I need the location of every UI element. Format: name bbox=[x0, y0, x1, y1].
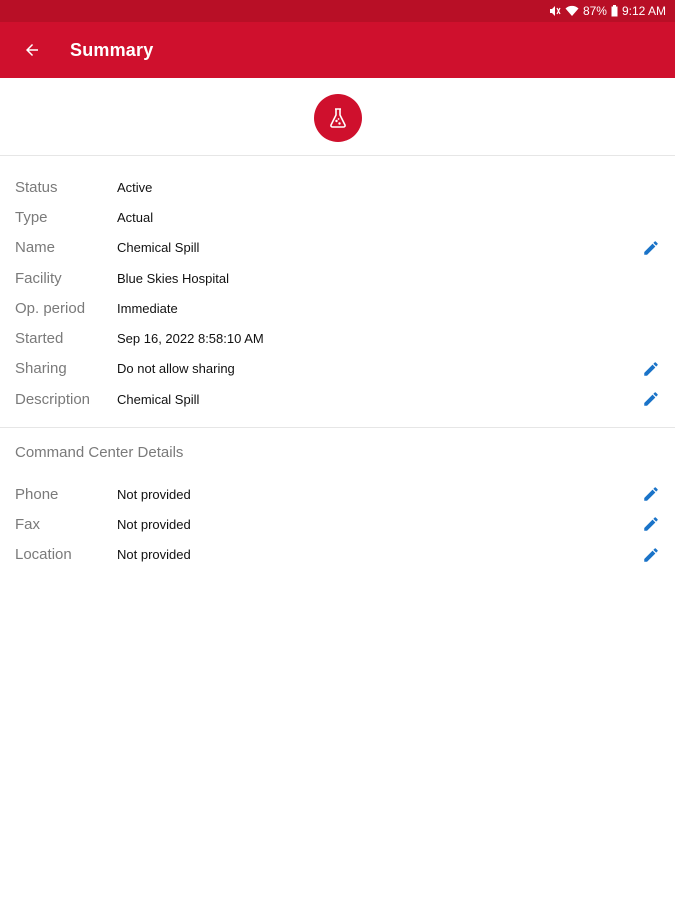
detail-label: Op. period bbox=[15, 299, 86, 317]
detail-value: Chemical Spill bbox=[117, 240, 200, 256]
pencil-icon bbox=[644, 487, 658, 501]
battery-icon bbox=[611, 4, 618, 18]
incident-header bbox=[0, 78, 675, 156]
detail-value: Not provided bbox=[117, 547, 191, 563]
section-divider bbox=[0, 427, 675, 428]
mute-icon bbox=[549, 4, 561, 18]
detail-value: Active bbox=[117, 179, 153, 195]
back-button[interactable] bbox=[19, 37, 45, 63]
detail-value: Immediate bbox=[117, 300, 178, 316]
app-bar: Summary bbox=[0, 22, 675, 78]
detail-label: Sharing bbox=[15, 360, 67, 378]
detail-row-started: Started Sep 16, 2022 8:58:10 AM bbox=[0, 323, 675, 353]
command-center-section-title: Command Center Details bbox=[15, 444, 184, 461]
detail-row-facility: Facility Blue Skies Hospital bbox=[0, 263, 675, 293]
detail-value: Blue Skies Hospital bbox=[117, 270, 229, 286]
detail-value: Actual bbox=[117, 209, 154, 225]
system-status-bar: 87% 9:12 AM bbox=[0, 0, 675, 22]
detail-value: Sep 16, 2022 8:58:10 AM bbox=[117, 331, 264, 347]
arrow-back-icon bbox=[26, 44, 38, 56]
battery-percent: 87% bbox=[582, 4, 607, 18]
detail-value: Chemical Spill bbox=[117, 391, 200, 407]
pencil-icon bbox=[644, 517, 658, 532]
detail-value: Not provided bbox=[117, 516, 191, 532]
wifi-icon bbox=[565, 4, 579, 18]
pencil-icon bbox=[644, 362, 658, 376]
pencil-icon bbox=[644, 392, 658, 406]
edit-phone-button[interactable] bbox=[641, 484, 661, 504]
edit-location-button[interactable] bbox=[641, 545, 661, 565]
detail-row-status: Status Active bbox=[0, 172, 675, 202]
detail-row-description: Description Chemical Spill bbox=[0, 384, 675, 414]
summary-details: Status Active Type Actual Name Chemical … bbox=[0, 172, 675, 414]
edit-sharing-button[interactable] bbox=[641, 359, 661, 379]
detail-row-phone: Phone Not provided bbox=[0, 479, 675, 509]
flask-icon bbox=[329, 107, 346, 128]
command-center-details: Phone Not provided Fax Not provided Loca… bbox=[0, 479, 675, 570]
page-title: Summary bbox=[70, 39, 154, 60]
detail-label: Fax bbox=[15, 515, 41, 533]
detail-row-sharing: Sharing Do not allow sharing bbox=[0, 354, 675, 384]
edit-fax-button[interactable] bbox=[641, 514, 661, 534]
detail-row-location: Location Not provided bbox=[0, 540, 675, 570]
edit-name-button[interactable] bbox=[641, 238, 661, 258]
edit-description-button[interactable] bbox=[641, 389, 661, 409]
detail-row-fax: Fax Not provided bbox=[0, 509, 675, 539]
detail-label: Name bbox=[15, 239, 56, 257]
detail-label: Started bbox=[15, 330, 64, 348]
detail-row-name: Name Chemical Spill bbox=[0, 233, 675, 263]
pencil-icon bbox=[644, 240, 658, 255]
detail-label: Location bbox=[15, 546, 72, 564]
pencil-icon bbox=[644, 547, 658, 562]
clock: 9:12 AM bbox=[621, 4, 666, 18]
detail-label: Description bbox=[15, 390, 91, 408]
detail-label: Facility bbox=[15, 269, 62, 287]
detail-row-op-period: Op. period Immediate bbox=[0, 293, 675, 323]
detail-value: Not provided bbox=[117, 486, 191, 502]
detail-value: Do not allow sharing bbox=[117, 361, 235, 377]
detail-row-type: Type Actual bbox=[0, 202, 675, 232]
detail-label: Status bbox=[15, 178, 58, 196]
incident-type-avatar bbox=[313, 93, 362, 142]
detail-label: Phone bbox=[15, 485, 59, 503]
detail-label: Type bbox=[15, 208, 48, 226]
